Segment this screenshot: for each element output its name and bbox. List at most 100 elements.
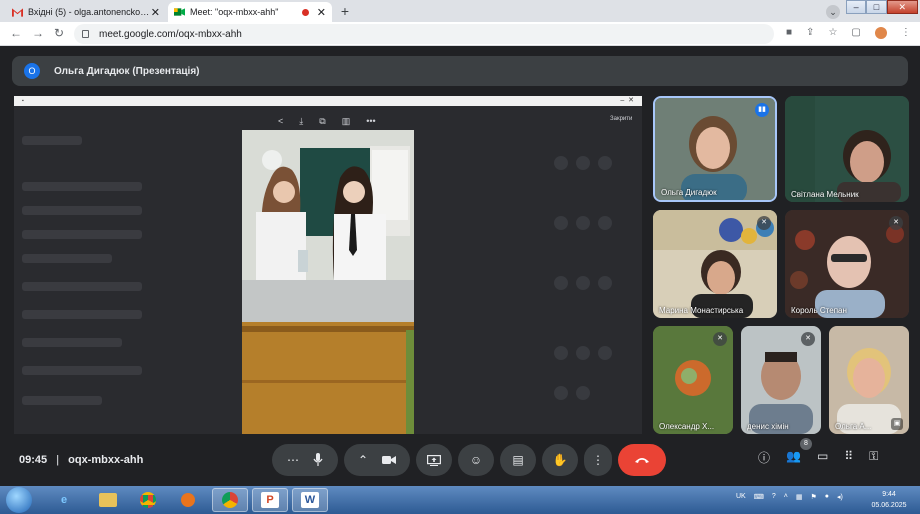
bookmark-star-icon[interactable]: ☆ — [828, 27, 837, 39]
share-icon[interactable]: < — [278, 116, 283, 127]
presenter-header: О Ольга Дигадюк (Презентація) — [12, 56, 908, 86]
address-bar: ← → ↻ meet.google.com/oqx-mbxx-ahh ■ ⇪ ☆… — [0, 22, 920, 46]
word-icon[interactable]: W — [292, 488, 328, 512]
tab-meet[interactable]: Meet: "oqx-mbxx-ahh" ✕ — [168, 2, 332, 22]
camera-icon[interactable] — [382, 455, 397, 465]
viewer-close-button[interactable]: Закрити — [610, 116, 632, 122]
delete-icon[interactable]: ▥ — [342, 116, 351, 127]
system-tray: UK ⌨ ? ˄ ▦ ⚑ ● ◂) — [736, 493, 843, 501]
shared-window-titlebar: ▪ – ✕ — [14, 96, 642, 106]
participant-tile[interactable]: ▮▮ Ольга Дигадюк — [653, 96, 777, 202]
participant-video — [785, 96, 909, 202]
volume-icon[interactable]: ◂) — [837, 493, 843, 501]
tab-gmail-label: Вхідні (5) - olga.antonencko@gm — [28, 7, 151, 17]
help-icon[interactable]: ? — [772, 493, 776, 501]
activities-icon[interactable]: ⠿ — [844, 449, 853, 466]
more-options-button[interactable]: ⋮ — [584, 444, 612, 476]
meeting-code: oqx-mbxx-ahh — [68, 454, 144, 466]
host-controls-icon[interactable]: ⚿ — [869, 449, 878, 466]
present-button[interactable] — [416, 444, 452, 476]
side-panel-icon[interactable]: ▢ — [851, 27, 860, 39]
captions-button[interactable]: ▤ — [500, 444, 536, 476]
flag-icon[interactable]: ⚑ — [810, 493, 816, 501]
back-arrow-icon[interactable]: ← — [10, 26, 22, 40]
media-player-icon[interactable] — [170, 488, 206, 512]
chat-icon[interactable]: ▭ — [817, 449, 828, 466]
new-tab-button[interactable]: + — [337, 3, 353, 19]
url-field[interactable]: meet.google.com/oqx-mbxx-ahh — [74, 24, 774, 44]
internet-explorer-icon[interactable]: e — [46, 488, 82, 512]
participant-name: Ольга Дигадюк — [661, 188, 717, 197]
chrome-icon[interactable] — [130, 488, 166, 512]
mic-off-icon: ✕ — [757, 216, 771, 230]
people-icon[interactable]: 👥 — [786, 449, 801, 466]
clock-date: 05.06.2025 — [871, 502, 907, 509]
minimize-button[interactable]: – — [846, 0, 867, 14]
raise-hand-button[interactable]: ✋ — [542, 444, 578, 476]
close-icon[interactable]: ✕ — [151, 6, 160, 19]
chrome-active-icon[interactable] — [212, 488, 248, 512]
meeting-separator: | — [56, 454, 60, 466]
clock-time: 9:44 — [882, 491, 896, 498]
participant-name: денис хімін — [747, 422, 789, 431]
participant-tile[interactable]: ✕ Олександр Х... — [653, 326, 733, 434]
mic-off-icon: ✕ — [713, 332, 727, 346]
network-icon[interactable]: ▦ — [796, 493, 803, 501]
presenter-title: Ольга Дигадюк (Презентація) — [54, 65, 200, 77]
emoji-placeholder — [598, 156, 612, 170]
forward-arrow-icon[interactable]: → — [32, 26, 44, 40]
meeting-time: 09:45 — [19, 454, 48, 466]
chat-placeholder — [22, 136, 82, 145]
hang-up-icon — [635, 458, 649, 463]
shared-screen[interactable]: ▪ – ✕ < ⤓ ⧉ ▥ ••• Закрити — [14, 96, 642, 434]
emoji-placeholder — [576, 276, 590, 290]
info-icon[interactable]: ⓘ — [758, 449, 770, 466]
close-icon[interactable]: ✕ — [317, 6, 326, 19]
participant-name: Ольга А... — [835, 422, 872, 431]
participant-tile[interactable]: ▣ Ольга А... — [829, 326, 909, 434]
emoji-placeholder — [576, 216, 590, 230]
file-explorer-icon[interactable] — [90, 488, 126, 512]
gmail-icon — [12, 8, 23, 17]
window-controls: – □ ✕ — [846, 0, 918, 16]
system-clock[interactable]: 9:44 05.06.2025 — [862, 489, 916, 511]
reload-icon[interactable]: ↻ — [54, 26, 64, 40]
mic-off-icon: ✕ — [889, 216, 903, 230]
more-horiz-icon[interactable]: ⋯ — [287, 453, 299, 467]
chat-placeholder — [22, 282, 142, 291]
chevron-up-icon[interactable]: ˄ — [784, 493, 788, 501]
camera-status-icon[interactable]: ■ — [786, 27, 792, 39]
lock-icon — [82, 30, 89, 38]
language-indicator[interactable]: UK — [736, 493, 746, 501]
window-close-button[interactable]: ✕ — [886, 0, 918, 14]
profile-avatar[interactable] — [874, 27, 887, 39]
participant-tile[interactable]: Світлана Мельник — [785, 96, 909, 202]
keyboard-icon[interactable]: ⌨ — [754, 493, 764, 501]
mic-icon[interactable] — [313, 453, 323, 467]
participant-tile[interactable]: ✕ Марина Монастирська — [653, 210, 777, 318]
start-button[interactable] — [6, 487, 32, 513]
more-horiz-icon[interactable]: ••• — [366, 116, 375, 127]
chevron-down-icon[interactable]: ⌄ — [826, 5, 840, 19]
copy-icon[interactable]: ⧉ — [319, 116, 325, 127]
participant-tile[interactable]: ✕ денис хімін — [741, 326, 821, 434]
meet-icon — [174, 8, 185, 16]
pin-icon[interactable]: ▣ — [891, 418, 903, 430]
share-icon[interactable]: ⇪ — [806, 27, 814, 39]
chat-placeholder — [22, 338, 122, 347]
participant-tile[interactable]: ✕ Король Степан — [785, 210, 909, 318]
chat-placeholder — [22, 230, 142, 239]
reactions-button[interactable]: ☺ — [458, 444, 494, 476]
download-icon[interactable]: ⤓ — [299, 116, 303, 127]
participant-name: Король Степан — [791, 306, 847, 315]
presenter-avatar: О — [24, 63, 40, 79]
emoji-placeholder — [576, 386, 590, 400]
powerpoint-icon[interactable]: P — [252, 488, 288, 512]
tab-meet-label: Meet: "oqx-mbxx-ahh" — [190, 7, 279, 17]
tab-gmail[interactable]: Вхідні (5) - olga.antonencko@gm ✕ — [6, 2, 166, 22]
chevron-up-icon[interactable]: ⌃ — [358, 453, 368, 467]
leave-call-button[interactable] — [618, 444, 666, 476]
more-vert-icon[interactable]: ⋮ — [901, 27, 911, 39]
maximize-button[interactable]: □ — [866, 0, 887, 14]
antivirus-icon[interactable]: ● — [825, 493, 829, 501]
